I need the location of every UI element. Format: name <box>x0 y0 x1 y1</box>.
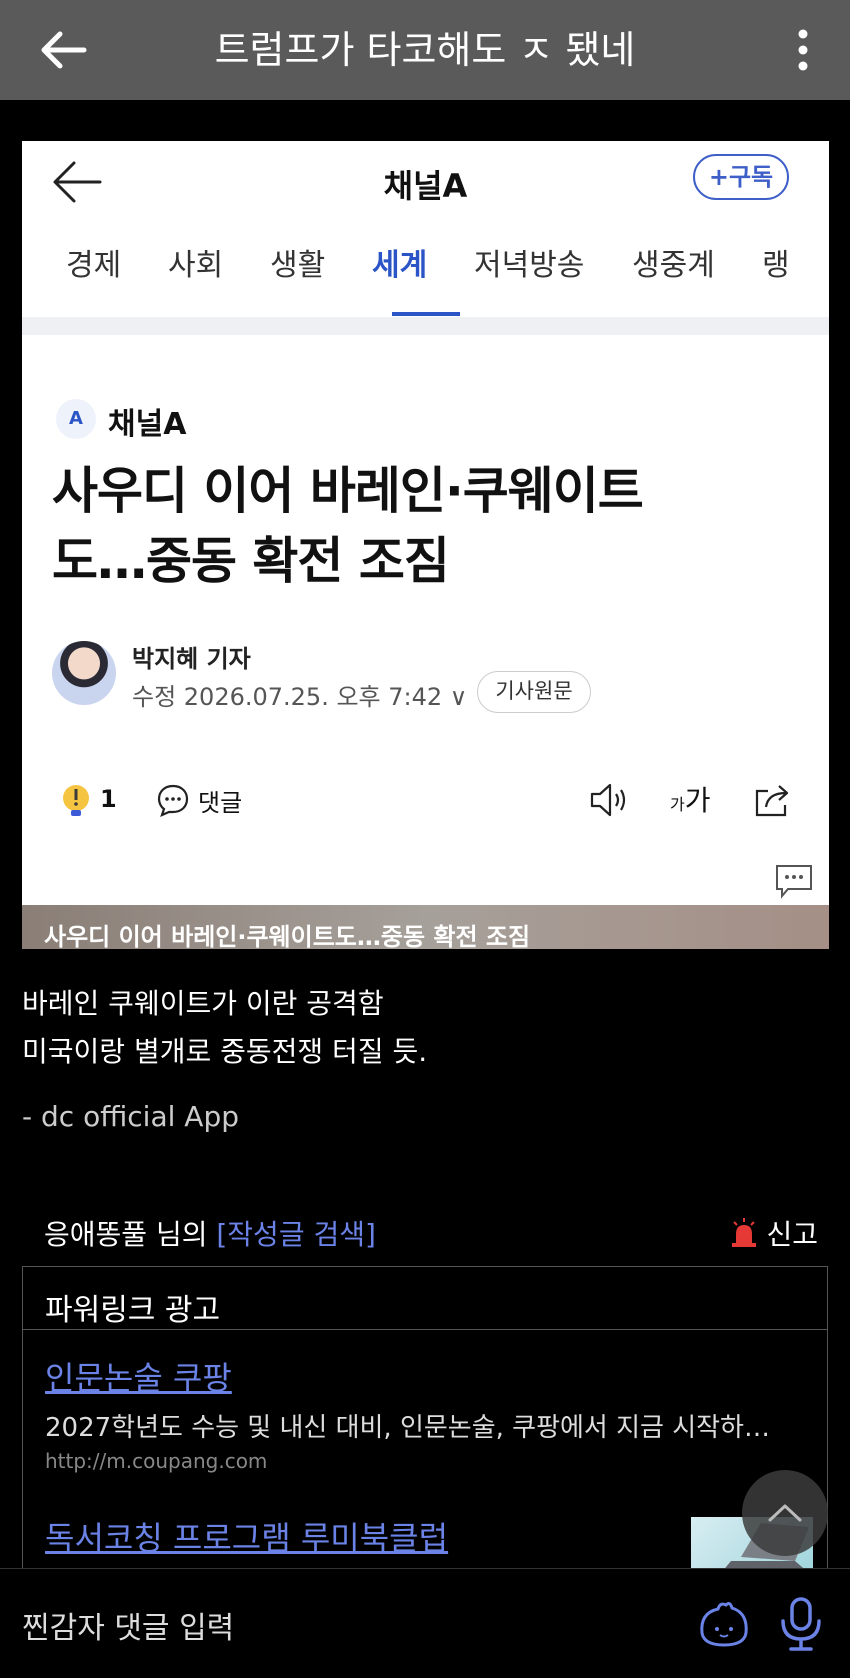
article-headline: 사우디 이어 바레인·쿠웨이트 도…중동 확전 조짐 <box>52 462 644 590</box>
comment-label: 댓글 <box>198 789 243 817</box>
ad-link-coupang[interactable]: 인문논술 쿠팡 <box>45 1353 232 1399</box>
tab-ranking: 랭 <box>762 248 790 283</box>
ad-url: http://m.coupang.com <box>45 1449 268 1473</box>
active-tab-indicator <box>392 312 460 316</box>
author-name: 응애똥풀 님의 <box>44 1218 217 1251</box>
source-name: 채널A <box>108 407 187 442</box>
author-posts-search-link[interactable]: [작성글 검색] <box>216 1218 376 1251</box>
post-body: 바레인 쿠웨이트가 이란 공격함 미국이랑 별개로 중동전쟁 터질 듯. <box>22 980 427 1076</box>
author-row: 응애똥풀 님의 [작성글 검색] <box>44 1213 376 1253</box>
report-button[interactable]: 신고 <box>730 1213 818 1253</box>
microphone-icon[interactable] <box>778 1597 824 1651</box>
post-line: 바레인 쿠웨이트가 이란 공격함 <box>22 987 384 1020</box>
siren-icon <box>732 1218 757 1247</box>
more-options-icon[interactable] <box>794 28 812 72</box>
reporter-avatar <box>52 641 116 705</box>
chat-bubble-icon <box>776 865 812 899</box>
font-size-control: 가가 <box>670 784 711 817</box>
post-line: 미국이랑 별개로 중동전쟁 터질 듯. <box>22 1035 428 1068</box>
tab-world: 세계 <box>372 248 428 283</box>
page-title: 트럼프가 타코해도 ㅈ 됐네 <box>214 28 636 72</box>
ad-link-reading-coaching[interactable]: 독서코칭 프로그램 루미북클럽 <box>45 1513 448 1559</box>
speaker-icon <box>590 783 626 817</box>
article-screenshot: 채널A +구독 경제 사회 생활 세계 저녁방송 생중계 랭 A 채널A 사우디… <box>22 141 829 949</box>
tab-evening-news: 저녁방송 <box>474 248 585 283</box>
category-tabs: 경제 사회 생활 세계 저녁방송 생중계 랭 <box>22 241 829 303</box>
comment-icon <box>157 784 189 817</box>
comment-input[interactable]: 찐감자 댓글 입력 <box>22 1603 234 1647</box>
tab-life: 생활 <box>270 248 326 283</box>
section-divider <box>22 317 829 335</box>
reaction-count: 1 <box>100 785 117 813</box>
ad-description: 2027학년도 수능 및 내신 대비, 인문논술, 쿠팡에서 지금 시작하… <box>45 1413 770 1443</box>
tab-society: 사회 <box>168 248 224 283</box>
tab-economy: 경제 <box>66 248 122 283</box>
back-arrow-icon[interactable] <box>38 28 88 72</box>
subscribe-button: +구독 <box>693 154 789 200</box>
original-article-button: 기사원문 <box>477 671 591 713</box>
scroll-to-top-button[interactable] <box>742 1470 828 1556</box>
channel-a-logo-icon: A <box>56 399 96 439</box>
app-bar: 트럼프가 타코해도 ㅈ 됐네 <box>0 0 850 100</box>
ad-divider <box>23 1329 827 1330</box>
chevron-up-icon <box>768 1504 802 1522</box>
report-label: 신고 <box>766 1218 818 1251</box>
comment-input-bar: 찐감자 댓글 입력 <box>0 1568 850 1678</box>
tab-live: 생중계 <box>632 248 715 283</box>
app-signature: - dc official App <box>22 1100 239 1133</box>
lightbulb-icon <box>63 785 89 816</box>
share-icon <box>755 785 789 817</box>
reporter-name: 박지혜 기자 <box>132 645 251 673</box>
article-date: 수정 2026.07.25. 오후 7:42 ∨ <box>132 683 468 711</box>
image-caption: 사우디 이어 바레인·쿠웨이트도…중동 확전 조짐 <box>44 923 531 949</box>
dccon-emoji-icon[interactable] <box>696 1599 752 1649</box>
ad-section-title: 파워링크 광고 <box>45 1293 221 1328</box>
